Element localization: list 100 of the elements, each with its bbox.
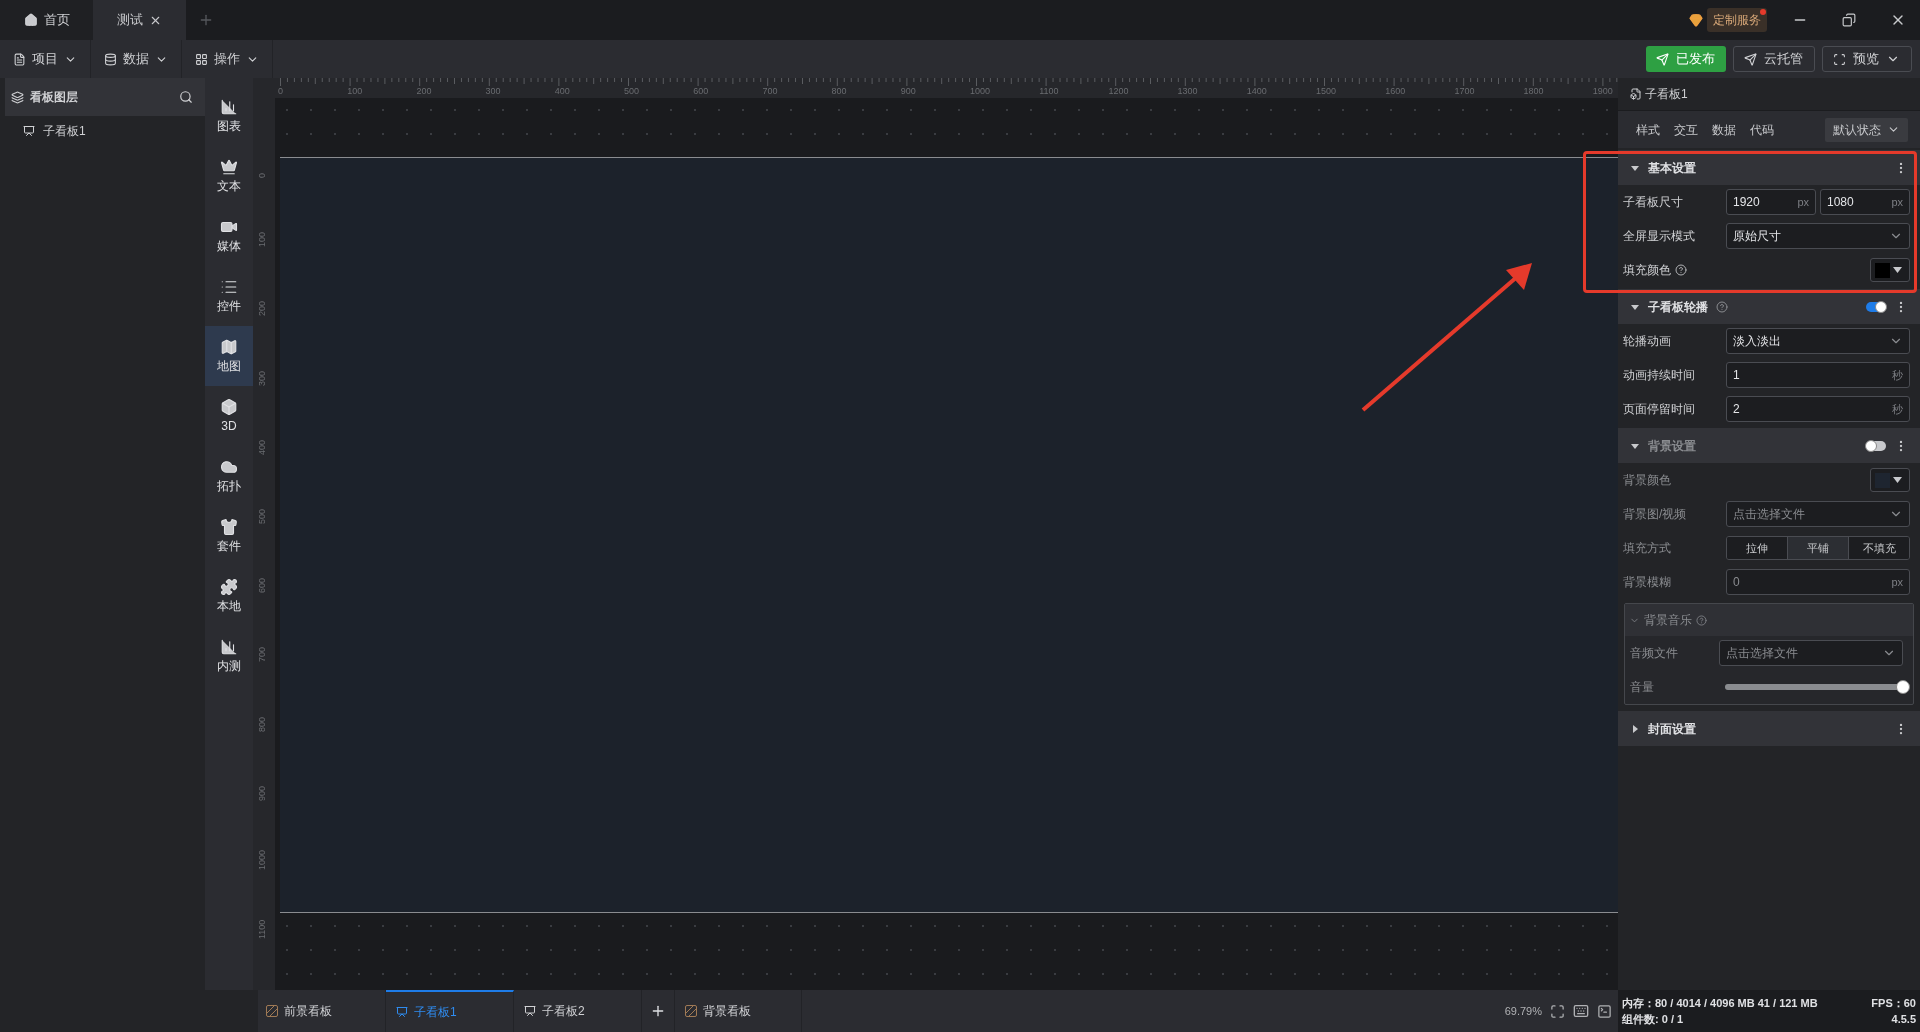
field-label: 子看板尺寸 bbox=[1623, 194, 1683, 211]
component-category-button[interactable]: 媒体 bbox=[205, 206, 253, 266]
ruler-label: 700 bbox=[256, 647, 268, 663]
database-icon bbox=[104, 52, 117, 66]
section-header[interactable]: 封面设置 bbox=[1618, 711, 1920, 746]
segment-option[interactable]: 不填充 bbox=[1849, 537, 1909, 559]
ruler-label: 700 bbox=[762, 85, 778, 98]
segment-option[interactable]: 平铺 bbox=[1788, 537, 1849, 559]
caret-icon bbox=[1893, 266, 1902, 274]
preview-button[interactable]: 预览 bbox=[1822, 46, 1912, 72]
field-label: 轮播动画 bbox=[1623, 333, 1671, 350]
keyboard-icon[interactable] bbox=[1573, 1003, 1589, 1019]
field-label: 背景模糊 bbox=[1623, 574, 1671, 591]
select-field[interactable]: 淡入淡出 bbox=[1726, 328, 1910, 354]
number-input[interactable]: 2 秒 bbox=[1726, 396, 1910, 422]
board-tab[interactable]: 子看板1 bbox=[386, 990, 514, 1032]
field-label: 填充颜色 bbox=[1623, 262, 1671, 279]
select-field[interactable]: 点击选择文件 bbox=[1726, 501, 1910, 527]
segment-option[interactable]: 拉伸 bbox=[1727, 537, 1788, 559]
custom-service-button[interactable]: 定制服务 bbox=[1707, 8, 1767, 32]
field-label: 动画持续时间 bbox=[1623, 367, 1695, 384]
restore-icon[interactable] bbox=[1842, 13, 1856, 27]
section-header[interactable]: 子看板轮播 bbox=[1618, 289, 1920, 324]
fps-status: FPS：60 bbox=[1871, 995, 1916, 1011]
ruler-label: 1900 bbox=[1592, 85, 1613, 98]
component-category-button[interactable]: 图表 bbox=[205, 86, 253, 146]
component-category-button[interactable]: 3D bbox=[205, 386, 253, 446]
color-picker[interactable] bbox=[1870, 258, 1910, 282]
document-tab[interactable]: 首页 bbox=[0, 0, 93, 40]
ruler-label: 200 bbox=[256, 301, 268, 317]
help-icon[interactable] bbox=[1675, 264, 1687, 276]
ruler-label: 100 bbox=[347, 85, 363, 98]
color-picker[interactable] bbox=[1870, 468, 1910, 492]
property-tab[interactable]: 代码 bbox=[1744, 120, 1782, 139]
crown-icon bbox=[220, 157, 238, 176]
send-icon bbox=[1744, 52, 1757, 66]
toggle-switch[interactable] bbox=[1866, 440, 1886, 451]
component-category-button[interactable]: 拓扑 bbox=[205, 446, 253, 506]
bar-chart-icon bbox=[220, 97, 238, 116]
property-tab[interactable]: 交互 bbox=[1668, 120, 1706, 139]
select-field[interactable]: 原始尺寸 bbox=[1726, 223, 1910, 249]
document-tab[interactable]: 测试 bbox=[93, 0, 186, 40]
ruler-label: 500 bbox=[256, 508, 268, 524]
send-icon bbox=[1656, 52, 1669, 66]
component-category-button[interactable]: 文本 bbox=[205, 146, 253, 206]
ruler-label: 600 bbox=[693, 85, 709, 98]
size-input[interactable]: 1080 px bbox=[1820, 189, 1910, 215]
ruler-label: 400 bbox=[554, 85, 570, 98]
toggle-switch[interactable] bbox=[1866, 301, 1886, 312]
caret-icon bbox=[1893, 476, 1902, 484]
number-input[interactable]: 1 秒 bbox=[1726, 362, 1910, 388]
slider-thumb[interactable] bbox=[1896, 680, 1910, 694]
board-tab[interactable]: 背景看板 bbox=[675, 990, 802, 1032]
version-label: 4.5.5 bbox=[1891, 1012, 1916, 1027]
field-label: 音量 bbox=[1630, 679, 1654, 696]
ruler-label: 800 bbox=[831, 85, 847, 98]
caret-icon[interactable] bbox=[1630, 723, 1640, 734]
grid-icon bbox=[195, 52, 208, 66]
ruler-label: 400 bbox=[256, 439, 268, 455]
ruler-label: 1200 bbox=[1108, 85, 1129, 98]
help-icon[interactable] bbox=[1696, 614, 1707, 626]
search-icon[interactable] bbox=[179, 90, 193, 104]
property-tab[interactable]: 数据 bbox=[1706, 120, 1744, 139]
hatched-square-icon bbox=[266, 1005, 278, 1017]
fit-screen-icon[interactable] bbox=[1550, 1003, 1565, 1019]
section-header[interactable]: 背景设置 bbox=[1618, 428, 1920, 463]
ruler-label: 1800 bbox=[1523, 85, 1544, 98]
ruler-label: 1300 bbox=[1177, 85, 1198, 98]
property-tab[interactable]: 样式 bbox=[1630, 120, 1668, 139]
group-title: 背景音乐 bbox=[1644, 612, 1692, 629]
component-category-button[interactable]: 套件 bbox=[205, 506, 253, 566]
field-label: 填充方式 bbox=[1623, 540, 1671, 557]
cloud-hosting-button[interactable]: 云托管 bbox=[1733, 46, 1815, 72]
terminal-icon[interactable] bbox=[1597, 1003, 1612, 1019]
select-field[interactable]: 点击选择文件 bbox=[1719, 640, 1903, 666]
size-input[interactable]: 1920 px bbox=[1726, 189, 1816, 215]
component-count: 组件数: 0 / 1 bbox=[1622, 1012, 1684, 1027]
component-category-button[interactable]: 控件 bbox=[205, 266, 253, 326]
field-label: 背景图/视频 bbox=[1623, 506, 1687, 523]
layer-item[interactable]: 子看板1 bbox=[5, 116, 205, 146]
component-category-button[interactable]: 地图 bbox=[205, 326, 253, 386]
ruler-label: 900 bbox=[900, 85, 916, 98]
ruler-label: 300 bbox=[256, 370, 268, 386]
field-label: 全屏显示模式 bbox=[1623, 228, 1695, 245]
diamond-icon bbox=[1689, 13, 1703, 27]
ruler-label: 1500 bbox=[1316, 85, 1337, 98]
help-icon[interactable] bbox=[1716, 300, 1728, 313]
field-label: 页面停留时间 bbox=[1623, 401, 1695, 418]
hatched-square-icon bbox=[685, 1005, 697, 1017]
state-select[interactable]: 默认状态 bbox=[1825, 117, 1908, 142]
layers-icon bbox=[11, 90, 24, 104]
board-tab[interactable]: 子看板2 bbox=[514, 990, 642, 1032]
add-board-icon[interactable] bbox=[650, 1003, 666, 1019]
component-category-button[interactable]: 本地 bbox=[205, 566, 253, 626]
home-icon bbox=[23, 13, 38, 27]
ruler-label: 1000 bbox=[970, 85, 991, 98]
section-header[interactable]: 基本设置 bbox=[1618, 150, 1920, 185]
component-category-button[interactable]: 内测 bbox=[205, 626, 253, 686]
number-input[interactable]: 0 px bbox=[1726, 569, 1910, 595]
board-tab[interactable]: 前景看板 bbox=[258, 990, 386, 1032]
